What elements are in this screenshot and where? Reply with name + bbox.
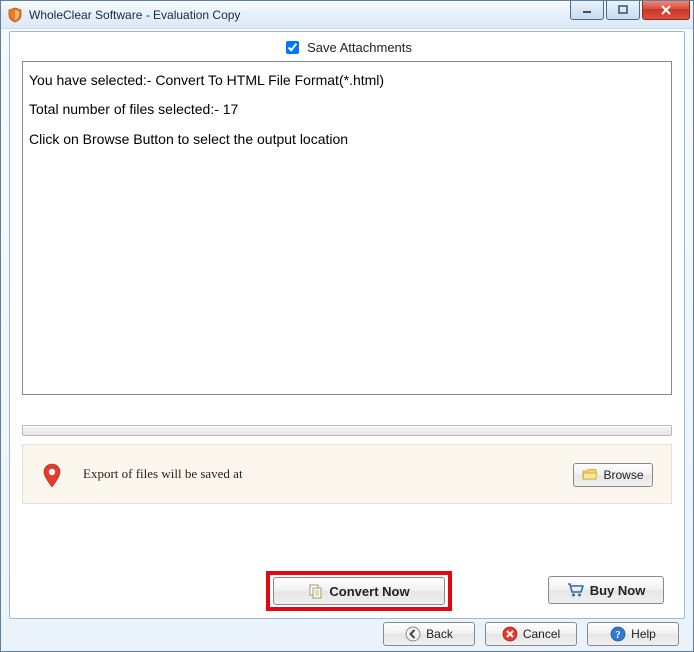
- browse-button-label: Browse: [603, 468, 643, 482]
- copy-icon: [308, 583, 324, 599]
- help-button[interactable]: ? Help: [587, 622, 679, 646]
- message-box: You have selected:- Convert To HTML File…: [22, 61, 672, 395]
- buy-now-button[interactable]: Buy Now: [548, 576, 664, 604]
- window-controls: [568, 1, 690, 20]
- close-button[interactable]: [642, 1, 690, 20]
- message-line-1: You have selected:- Convert To HTML File…: [29, 66, 665, 95]
- folder-icon: [582, 468, 598, 482]
- back-button-label: Back: [426, 627, 453, 641]
- window-title: WholeClear Software - Evaluation Copy: [29, 8, 240, 22]
- application-window: WholeClear Software - Evaluation Copy Sa…: [0, 0, 694, 652]
- save-attachments-checkbox[interactable]: [286, 41, 299, 54]
- titlebar[interactable]: WholeClear Software - Evaluation Copy: [1, 1, 693, 29]
- close-icon: [660, 5, 672, 15]
- buy-now-label: Buy Now: [590, 583, 646, 598]
- cancel-button-label: Cancel: [523, 627, 560, 641]
- cancel-button[interactable]: Cancel: [485, 622, 577, 646]
- maximize-icon: [618, 5, 628, 15]
- back-arrow-icon: [405, 626, 421, 642]
- back-button[interactable]: Back: [383, 622, 475, 646]
- browse-button[interactable]: Browse: [573, 463, 653, 487]
- cart-icon: [567, 582, 585, 598]
- convert-highlight-box: Convert Now: [266, 571, 452, 611]
- map-pin-icon: [41, 463, 63, 489]
- export-location-panel: Export of files will be saved at Browse: [22, 444, 672, 504]
- save-attachments-label: Save Attachments: [307, 40, 412, 55]
- message-line-2: Total number of files selected:- 17: [29, 95, 665, 124]
- help-q-icon: ?: [610, 626, 626, 642]
- svg-text:?: ?: [615, 629, 621, 641]
- export-location-text: Export of files will be saved at: [83, 466, 243, 482]
- cancel-x-icon: [502, 626, 518, 642]
- help-button-label: Help: [631, 627, 656, 641]
- minimize-icon: [582, 5, 592, 15]
- app-icon: [7, 7, 23, 23]
- minimize-button[interactable]: [570, 1, 604, 20]
- save-attachments-row: Save Attachments: [22, 38, 672, 57]
- message-line-3: Click on Browse Button to select the out…: [29, 125, 665, 154]
- maximize-button[interactable]: [606, 1, 640, 20]
- convert-now-button[interactable]: Convert Now: [273, 577, 445, 605]
- content-area: Save Attachments You have selected:- Con…: [9, 31, 685, 619]
- action-row: Convert Now Buy Now: [22, 576, 672, 608]
- convert-now-label: Convert Now: [329, 584, 409, 599]
- progress-bar: [22, 425, 672, 436]
- footer-bar: Back Cancel ? Help: [1, 621, 693, 647]
